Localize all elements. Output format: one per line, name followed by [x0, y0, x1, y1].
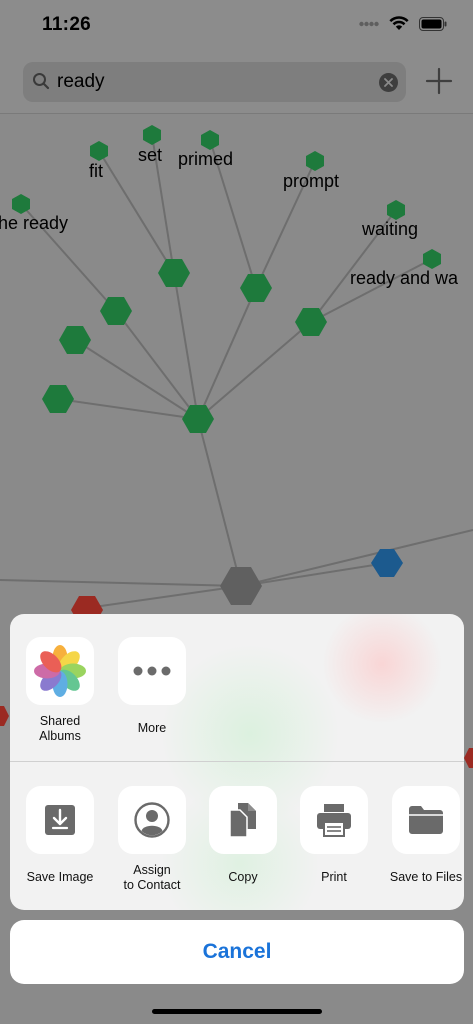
share-label: Save Image — [26, 870, 94, 884]
graph-node — [100, 297, 132, 325]
share-sheet: Shared Albums More Save Image Assign to … — [10, 614, 464, 910]
graph-node — [423, 249, 441, 269]
graph-node — [464, 748, 473, 768]
graph-node — [59, 326, 91, 354]
node-label: prompt — [283, 171, 340, 191]
share-label: Assign to Contact — [123, 863, 181, 892]
node-label: he ready — [0, 213, 69, 233]
graph-node — [90, 141, 108, 161]
share-label: Print — [321, 870, 347, 884]
print-button[interactable]: Print — [289, 786, 379, 885]
share-label: Save to Files — [389, 870, 463, 884]
search-input[interactable] — [57, 62, 357, 102]
assign-to-contact-button[interactable]: Assign to Contact — [107, 786, 197, 893]
share-apps-row: Shared Albums More — [10, 614, 464, 762]
graph-node — [306, 151, 324, 171]
search-field[interactable] — [23, 62, 406, 102]
node-label: ready and wa — [350, 268, 459, 288]
clear-search-icon[interactable] — [379, 73, 398, 92]
share-label: Copy — [228, 870, 258, 884]
status-time: 11:26 — [42, 14, 92, 35]
more-button[interactable]: More — [107, 637, 197, 736]
add-button[interactable] — [424, 66, 454, 96]
wifi-icon — [389, 16, 409, 30]
photos-icon — [26, 637, 94, 705]
graph-node — [240, 274, 272, 302]
graph-node — [158, 259, 190, 287]
graph-node — [143, 125, 161, 145]
node-label: set — [138, 145, 163, 165]
home-indicator — [152, 1009, 322, 1014]
contact-icon — [118, 786, 186, 854]
node-label: primed — [178, 149, 234, 169]
graph-node — [42, 385, 74, 413]
graph-node — [0, 706, 9, 726]
copy-icon — [209, 786, 277, 854]
share-label: More — [137, 721, 167, 735]
node-label: fit — [89, 161, 104, 181]
print-icon — [300, 786, 368, 854]
graph-node — [201, 130, 219, 150]
cancel-button[interactable]: Cancel — [10, 920, 464, 984]
share-actions-row: Save Image Assign to Contact Copy Print … — [10, 762, 464, 910]
save-image-icon — [26, 786, 94, 854]
share-label: Shared Albums — [39, 714, 81, 743]
graph-node — [220, 567, 262, 605]
shared-albums-button[interactable]: Shared Albums — [15, 637, 105, 744]
node-label: waiting — [362, 219, 419, 239]
folder-icon — [392, 786, 460, 854]
copy-button[interactable]: Copy — [198, 786, 288, 885]
status-icons — [359, 16, 447, 31]
search-icon — [33, 73, 50, 90]
status-bar: 11:26 — [0, 0, 473, 52]
signal-icon — [359, 21, 379, 26]
search-bar — [0, 52, 473, 114]
more-icon — [118, 637, 186, 705]
battery-icon — [419, 16, 447, 31]
save-to-files-button[interactable]: Save to Files — [381, 786, 464, 885]
save-image-button[interactable]: Save Image — [15, 786, 105, 885]
